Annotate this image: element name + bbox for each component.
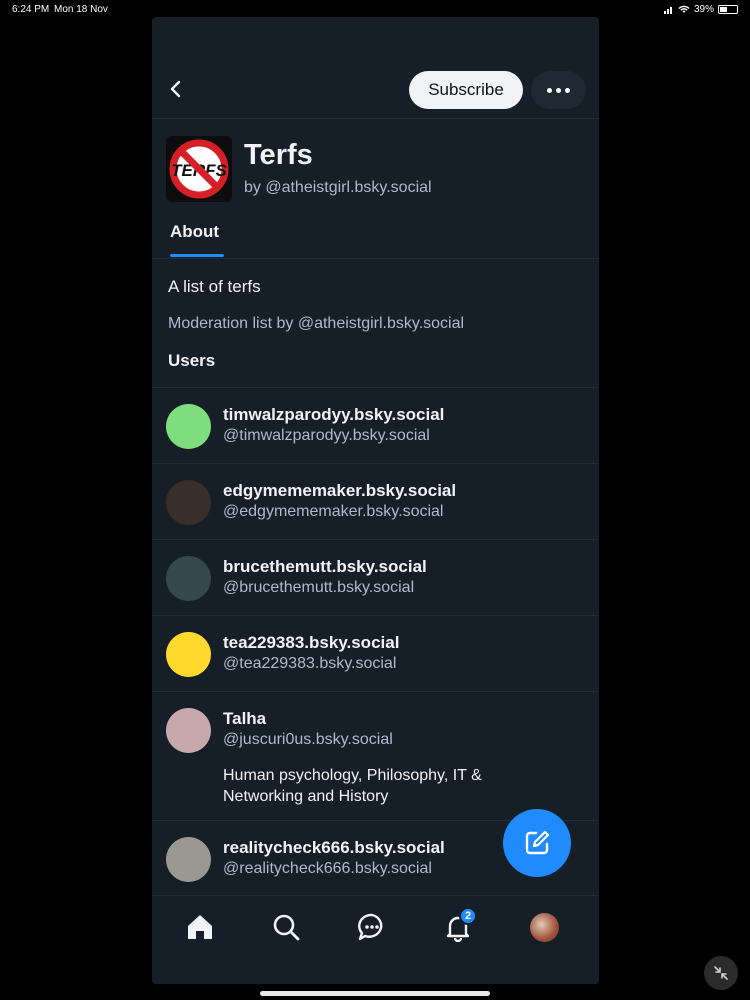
user-row[interactable]: Talha @juscuri0us.bsky.social Human psyc… — [152, 692, 599, 821]
user-handle: @timwalzparodyy.bsky.social — [223, 427, 430, 444]
more-options-button[interactable] — [531, 71, 586, 109]
avatar[interactable] — [166, 708, 211, 753]
minimize-button[interactable] — [704, 956, 738, 990]
chat-icon — [358, 913, 383, 941]
chevron-left-icon — [170, 80, 181, 98]
user-handle: @realitycheck666.bsky.social — [223, 860, 432, 877]
dot — [556, 87, 561, 93]
user-display-name: Talha — [223, 709, 267, 728]
list-creator[interactable]: by @atheistgirl.bsky.social — [244, 179, 432, 197]
user-handle: @juscuri0us.bsky.social — [223, 731, 393, 748]
dot — [547, 87, 552, 93]
notification-badge: 2 — [459, 907, 477, 925]
status-indicators: 39% — [663, 4, 738, 15]
user-display-name: edgymememaker.bsky.social — [223, 481, 457, 500]
user-bio: Human psychology, Philosophy, IT & Netwo… — [223, 767, 482, 805]
nav-home[interactable] — [184, 911, 216, 943]
about-section: A list of terfs Moderation list by @athe… — [152, 259, 599, 388]
moderation-line: Moderation list by @atheistgirl.bsky.soc… — [168, 315, 465, 332]
no-terfs-logo: TERFS — [166, 136, 232, 202]
user-row[interactable]: timwalzparodyy.bsky.social @timwalzparod… — [152, 388, 599, 464]
user-row[interactable]: brucethemutt.bsky.social @brucethemutt.b… — [152, 540, 599, 616]
users-heading: Users — [168, 351, 216, 370]
avatar[interactable] — [166, 480, 211, 525]
list-title: Terfs — [244, 139, 313, 171]
user-handle: @edgymememaker.bsky.social — [223, 503, 444, 520]
nav-chat[interactable] — [356, 911, 388, 943]
compose-button[interactable] — [503, 809, 571, 877]
status-time: 6:24 PM — [12, 4, 50, 15]
tab-about[interactable]: About — [170, 222, 219, 242]
tab-active-indicator — [170, 254, 224, 257]
back-button[interactable] — [166, 77, 186, 101]
avatar[interactable] — [166, 556, 211, 601]
user-handle: @brucethemutt.bsky.social — [223, 579, 415, 596]
status-date: Mon 18 Nov — [54, 4, 108, 15]
user-display-name: brucethemutt.bsky.social — [223, 557, 427, 576]
home-indicator[interactable] — [260, 991, 490, 996]
avatar[interactable] — [166, 632, 211, 677]
list-header: TERFS Terfs by @atheistgirl.bsky.social … — [152, 119, 599, 259]
app-window: Subscribe TERFS Terfs by @atheistgirl.bs… — [152, 17, 599, 984]
avatar[interactable] — [166, 404, 211, 449]
wifi-icon — [678, 5, 690, 13]
compose-icon — [525, 830, 550, 855]
dot — [565, 87, 570, 93]
search-icon — [273, 914, 300, 941]
nav-search[interactable] — [270, 911, 302, 943]
avatar[interactable] — [166, 837, 211, 882]
nav-profile-avatar[interactable] — [530, 913, 559, 942]
battery-icon — [718, 5, 738, 14]
user-display-name: tea229383.bsky.social — [223, 633, 400, 652]
user-display-name: realitycheck666.bsky.social — [223, 838, 445, 857]
user-handle: @tea229383.bsky.social — [223, 655, 397, 672]
battery-percent: 39% — [693, 4, 714, 15]
home-icon — [188, 915, 212, 939]
user-display-name: timwalzparodyy.bsky.social — [223, 405, 445, 424]
user-row[interactable]: tea229383.bsky.social @tea229383.bsky.so… — [152, 616, 599, 692]
collapse-arrows-icon — [714, 966, 728, 980]
list-avatar: TERFS — [166, 136, 232, 202]
header: Subscribe — [152, 17, 599, 119]
list-description: A list of terfs — [168, 277, 261, 296]
user-row[interactable]: edgymememaker.bsky.social @edgymememaker… — [152, 464, 599, 540]
status-bar: 6:24 PM Mon 18 Nov 39% — [0, 0, 750, 18]
signal-icon — [663, 6, 672, 14]
bottom-nav: 2 — [152, 895, 599, 984]
subscribe-button[interactable]: Subscribe — [409, 71, 523, 109]
